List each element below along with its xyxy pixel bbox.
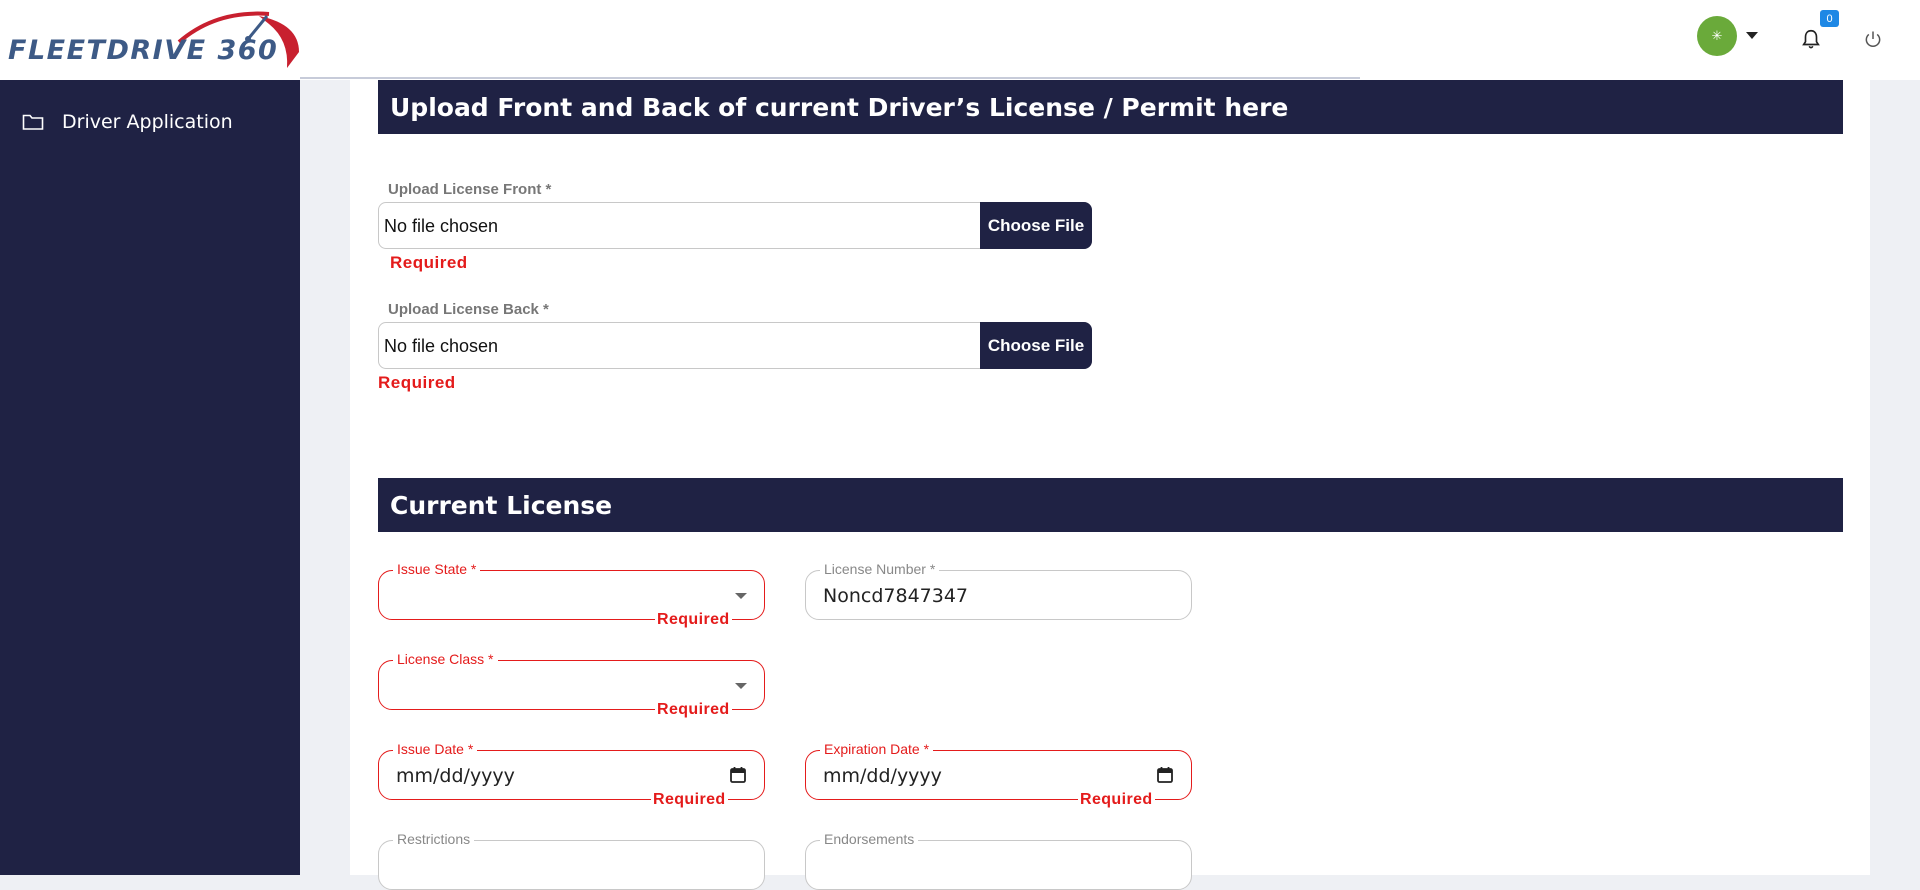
issue-state-label: Issue State * xyxy=(393,561,481,577)
upload-section-title: Upload Front and Back of current Driver’… xyxy=(378,80,1843,134)
license-front-choose-file-button[interactable]: Choose File xyxy=(980,202,1092,249)
license-class-error: Required xyxy=(655,701,732,719)
issue-state-error: Required xyxy=(655,611,732,629)
license-back-error: Required xyxy=(378,373,456,392)
license-back-file-status: No file chosen xyxy=(384,336,499,356)
sidebar-item-label: Driver Application xyxy=(62,111,233,133)
license-class-select[interactable]: License Class * Required xyxy=(378,651,765,719)
calendar-icon[interactable] xyxy=(1156,766,1174,784)
expiration-date-placeholder: mm/dd/yyyy xyxy=(823,765,942,787)
dropdown-arrow-icon xyxy=(735,683,747,689)
license-number-input[interactable]: License Number * Noncd7847347 xyxy=(805,561,1192,620)
notification-count-badge: 0 xyxy=(1820,10,1839,27)
issue-state-select[interactable]: Issue State * Required xyxy=(378,561,765,629)
issue-date-label: Issue Date * xyxy=(393,741,478,757)
fleetdrive-logo[interactable]: FLEETDRIVE 360 xyxy=(6,8,302,68)
issue-date-placeholder: mm/dd/yyyy xyxy=(396,765,515,787)
license-class-label: License Class * xyxy=(393,651,498,667)
license-front-error: Required xyxy=(390,253,468,272)
license-front-label: Upload License Front * xyxy=(385,181,555,198)
restrictions-label: Restrictions xyxy=(393,831,475,847)
license-front-file-status: No file chosen xyxy=(384,216,499,236)
current-license-section-title: Current License xyxy=(378,478,1843,532)
logo-text: FLEETDRIVE 360 xyxy=(8,35,279,66)
license-number-value: Noncd7847347 xyxy=(823,585,969,607)
expiration-date-error: Required xyxy=(1078,791,1155,809)
issue-date-input[interactable]: Issue Date * mm/dd/yyyy Required xyxy=(378,741,765,809)
endorsements-input[interactable]: Endorsements xyxy=(805,831,1192,890)
sidebar: Driver Application xyxy=(0,80,300,875)
chevron-down-icon[interactable] xyxy=(1746,32,1758,39)
expiration-date-input[interactable]: Expiration Date * mm/dd/yyyy Required xyxy=(805,741,1192,809)
sidebar-item-driver-application[interactable]: Driver Application xyxy=(0,102,300,142)
power-icon[interactable] xyxy=(1863,29,1883,49)
license-back-label: Upload License Back * xyxy=(385,301,552,318)
restrictions-input[interactable]: Restrictions xyxy=(378,831,765,890)
avatar-glyph: ✳ xyxy=(1711,28,1723,43)
avatar[interactable]: ✳ xyxy=(1697,16,1737,56)
divider xyxy=(300,77,1360,79)
license-number-label: License Number * xyxy=(820,561,940,577)
expiration-date-label: Expiration Date * xyxy=(820,741,934,757)
dropdown-arrow-icon xyxy=(735,593,747,599)
folder-icon xyxy=(22,114,44,130)
top-bar: FLEETDRIVE 360 ✳ 0 xyxy=(0,0,1920,80)
bell-icon[interactable] xyxy=(1800,28,1822,50)
endorsements-label: Endorsements xyxy=(820,831,919,847)
issue-date-error: Required xyxy=(651,791,728,809)
calendar-icon[interactable] xyxy=(729,766,747,784)
license-back-choose-file-button[interactable]: Choose File xyxy=(980,322,1092,369)
